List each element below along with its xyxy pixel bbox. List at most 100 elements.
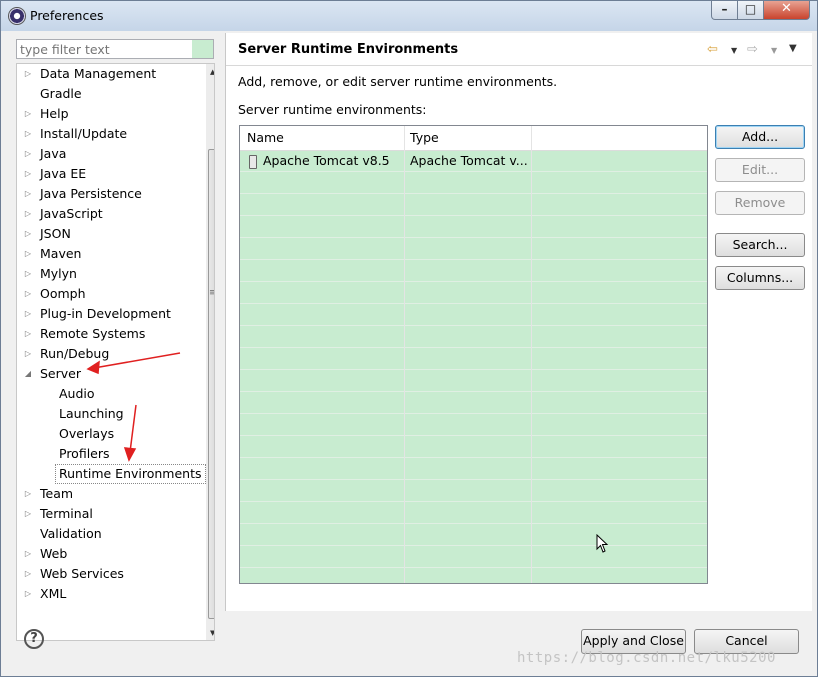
collapsed-arrow-icon[interactable]: ▷ [23,224,33,244]
filter-input[interactable] [16,39,214,59]
scrollbar-thumb[interactable] [208,149,214,619]
tree-item[interactable]: Overlays [17,424,203,444]
forward-dropdown-icon: ▼ [771,46,778,55]
tree-item[interactable]: ▷ Mylyn [17,264,203,284]
collapsed-arrow-icon[interactable]: ▷ [23,344,33,364]
tree-item[interactable]: ▷ Maven [17,244,203,264]
tree-item-label: Overlays [59,426,115,441]
tree-item-label: Help [40,106,69,121]
collapsed-arrow-icon[interactable]: ▷ [23,264,33,284]
tree-item[interactable]: ▷ Plug-in Development [17,304,203,324]
preferences-window: Preferences – □ ✕ ▷ XML ▷ Web Services ▷ Web V… [0,0,818,677]
close-button[interactable]: ✕ [763,1,810,20]
tree-item[interactable]: ▷ Team [17,484,203,504]
clear-filter-icon[interactable] [192,40,213,58]
columns-button[interactable]: Columns... [715,266,805,290]
tree-item[interactable]: Validation [17,524,203,544]
tree-scrollbar[interactable]: ▲ ≡ ▼ [206,64,214,640]
tree-item[interactable]: ▷ Web [17,544,203,564]
tree-item[interactable]: ▷ JSON [17,224,203,244]
table-header: Name Type [240,126,707,151]
table-label: Server runtime environments: [238,102,427,117]
collapsed-arrow-icon[interactable]: ▷ [23,544,33,564]
server-icon [249,155,257,169]
tree-item[interactable]: ▷ JavaScript [17,204,203,224]
column-header-type[interactable]: Type [410,130,439,145]
table-row-type[interactable]: Apache Tomcat v... [410,153,528,168]
tree-item-label: Run/Debug [40,346,110,361]
collapsed-arrow-icon[interactable]: ▷ [23,104,33,124]
tree-item[interactable]: Audio [17,384,203,404]
tree-item-label: Launching [59,406,124,421]
tree-item[interactable]: ▷ Terminal [17,504,203,524]
tree-item-label: Java [40,146,67,161]
tree-item[interactable]: Launching [17,404,203,424]
tree-item-label: Server [40,366,81,381]
collapsed-arrow-icon[interactable]: ▷ [23,204,33,224]
tree-item-label: XML [40,586,67,601]
tree-item[interactable]: ▷ Java Persistence [17,184,203,204]
tree-item[interactable]: ◢ Server [17,364,203,384]
expanded-arrow-icon[interactable]: ◢ [23,364,33,384]
scroll-down-icon[interactable]: ▼ [210,629,214,637]
tree-item[interactable]: ▷ Java [17,144,203,164]
collapsed-arrow-icon[interactable]: ▷ [23,244,33,264]
collapsed-arrow-icon[interactable]: ▷ [23,324,33,344]
tree-item-label: Plug-in Development [40,306,171,321]
tree-item[interactable]: ▷ Remote Systems [17,324,203,344]
runtimes-table[interactable]: Name Type Apache Tomcat v8.5 Apache Tomc… [239,125,708,584]
tree-item[interactable]: ▷ Java EE [17,164,203,184]
tree-item-label: JSON [40,226,71,241]
window-title: Preferences [30,8,104,23]
back-arrow-icon[interactable]: ⇦ [707,42,718,57]
preferences-tree: ▷ XML ▷ Web Services ▷ Web Validation ▷ Terminal… [16,63,215,641]
tree-item[interactable]: ▷ Install/Update [17,124,203,144]
watermark: https://blog.csdn.net/lku5200 [517,650,776,666]
maximize-button[interactable]: □ [737,1,764,20]
tree-item[interactable]: Gradle [17,84,203,104]
tree-item-label: Maven [40,246,82,261]
back-dropdown-icon[interactable]: ▼ [731,46,737,55]
tree-item[interactable]: ▷ Data Management [17,64,203,84]
collapsed-arrow-icon[interactable]: ▷ [23,284,33,304]
remove-button: Remove [715,191,805,215]
add-button[interactable]: Add... [715,125,805,149]
collapsed-arrow-icon[interactable]: ▷ [23,584,33,604]
tree-item[interactable]: Runtime Environments [17,464,206,484]
tree-item[interactable]: ▷ Web Services [17,564,203,584]
collapsed-arrow-icon[interactable]: ▷ [23,144,33,164]
collapsed-arrow-icon[interactable]: ▷ [23,184,33,204]
collapsed-arrow-icon[interactable]: ▷ [23,64,33,84]
view-menu-icon[interactable]: ▼ [789,43,797,54]
help-icon[interactable]: ? [24,629,44,649]
tree-item[interactable]: ▷ XML [17,584,203,604]
tree-item[interactable]: ▷ Run/Debug [17,344,203,364]
sidebar: ▷ XML ▷ Web Services ▷ Web Validation ▷ Terminal… [9,33,215,641]
tree-item[interactable]: Profilers [17,444,203,464]
search-button[interactable]: Search... [715,233,805,257]
tree-item-label: Runtime Environments [55,464,206,484]
tree-item-label: Team [40,486,74,501]
table-row-name[interactable]: Apache Tomcat v8.5 [263,153,390,168]
tree-item-label: Validation [40,526,102,541]
collapsed-arrow-icon[interactable]: ▷ [23,124,33,144]
column-header-name[interactable]: Name [247,130,284,145]
column-divider [531,126,532,583]
tree-item-label: Web [40,546,68,561]
tree-item[interactable]: ▷ Oomph [17,284,203,304]
minimize-button[interactable]: – [711,1,738,20]
scroll-up-icon[interactable]: ▲ [210,68,214,76]
tree-item[interactable]: ▷ Help [17,104,203,124]
collapsed-arrow-icon[interactable]: ▷ [23,484,33,504]
tree-item-label: Data Management [40,66,157,81]
tree-item-label: Java EE [40,166,87,181]
tree-item-label: Oomph [40,286,86,301]
collapsed-arrow-icon[interactable]: ▷ [23,564,33,584]
page-title: Server Runtime Environments [238,42,459,57]
maximize-icon: □ [744,2,757,16]
collapsed-arrow-icon[interactable]: ▷ [23,164,33,184]
collapsed-arrow-icon[interactable]: ▷ [23,504,33,524]
title-bar[interactable]: Preferences – □ ✕ [1,1,817,31]
tree-item-label: Terminal [40,506,93,521]
collapsed-arrow-icon[interactable]: ▷ [23,304,33,324]
